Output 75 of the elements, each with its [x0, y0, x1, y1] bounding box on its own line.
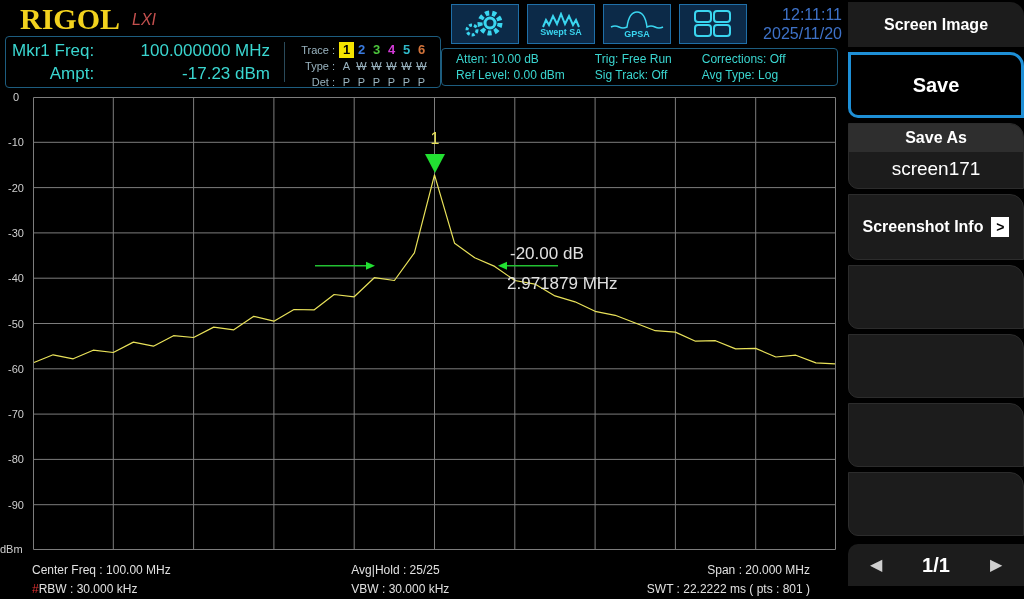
trace-number[interactable]: 5 — [399, 42, 414, 58]
left-ndb-marker — [314, 261, 375, 270]
avg-hold-text: Avg|Hold : 25/25 — [351, 562, 440, 579]
vbw-text: VBW : 30.000 kHz — [351, 581, 450, 598]
type-label: Type : — [304, 59, 336, 74]
y-axis-label: 0 — [12, 92, 20, 103]
y-axis-label: -20 — [8, 181, 24, 194]
trace-type: W — [355, 59, 368, 74]
amplitude-label: Ampt: — [48, 63, 95, 85]
marker-number: 1 — [430, 130, 440, 147]
trace-detector: P — [386, 75, 397, 90]
trace-number[interactable]: 3 — [369, 42, 384, 58]
trace-detector: P — [416, 75, 427, 90]
next-page-button[interactable]: ▶ — [990, 553, 1002, 577]
mode-button[interactable] — [679, 4, 748, 44]
mode-button[interactable]: GPSA — [603, 4, 672, 44]
ndb-value: -20.00 dB — [510, 244, 584, 263]
setting-text: Ref Level: 0.00 dBm — [456, 67, 565, 83]
brand-logo: RIGOL — [20, 4, 121, 34]
y-axis-label: -70 — [8, 408, 24, 421]
center-freq-text: Center Freq : 100.00 MHz — [32, 562, 172, 579]
rbw-text: RBW : 30.000 kHz — [38, 581, 138, 598]
marker-freq-value: 100.000000 MHz — [139, 40, 270, 62]
y-axis-label: -60 — [8, 362, 24, 375]
pulse-icon — [609, 9, 666, 30]
clock-time: 12:11:11 — [782, 5, 842, 24]
trace-type: W — [400, 59, 413, 74]
grid-icon — [693, 9, 734, 39]
trace-label: Trace : — [300, 43, 336, 58]
screenshot-info-button[interactable]: Screenshot Info > — [848, 194, 1024, 260]
rbw-flag-text: # — [32, 581, 39, 598]
setting-text: Atten: 10.00 dB — [456, 51, 540, 67]
marker-triangle-icon — [425, 154, 445, 173]
trace-number[interactable]: 4 — [384, 42, 399, 58]
trace-type: W — [370, 59, 383, 74]
marker-freq-label: Mkr1 Freq: — [12, 40, 95, 62]
clock-date: 2025/11/20 — [763, 24, 842, 43]
setting-text: Avg Type: Log — [701, 67, 780, 83]
mode-button[interactable]: Swept SA — [527, 4, 596, 44]
key-label: Save As — [849, 124, 1023, 152]
trace-number[interactable]: 6 — [414, 42, 429, 58]
trace-number[interactable]: 1 — [339, 42, 354, 58]
save-button[interactable]: Save — [848, 52, 1024, 118]
spectrum-icon — [541, 11, 582, 28]
file-name-value: screen171 — [891, 157, 981, 181]
sweep-time-text: SWT : 22.2222 ms ( pts : 801 ) — [646, 581, 810, 598]
span-text: Span : 20.000 MHz — [707, 562, 810, 579]
page-indicator: 1/1 — [922, 553, 950, 578]
y-axis-label: -40 — [8, 272, 24, 285]
chevron-icon: > — [991, 217, 1010, 237]
y-unit-label: dBm — [0, 543, 23, 555]
mode-button[interactable] — [451, 4, 520, 44]
trace-number[interactable]: 2 — [354, 42, 369, 58]
y-axis-label: -90 — [8, 498, 24, 511]
trace-detector: P — [371, 75, 382, 90]
y-axis-label: -50 — [8, 317, 24, 330]
trace-type: A — [341, 59, 352, 74]
y-axis-label: -10 — [8, 136, 24, 149]
trace-type: W — [415, 59, 428, 74]
right-ndb-marker — [498, 261, 559, 270]
save-as-key[interactable]: Save As screen171 — [848, 123, 1024, 189]
setting-text: Corrections: Off — [701, 51, 786, 67]
trace-type: W — [385, 59, 398, 74]
trace-detector: P — [356, 75, 367, 90]
y-axis-label: -30 — [8, 226, 24, 239]
previous-page-button[interactable]: ◀ — [870, 553, 882, 577]
trace-detector: P — [401, 75, 412, 90]
y-axis-label: -80 — [8, 453, 24, 466]
trace-detector: P — [341, 75, 352, 90]
lxi-logo: LXI — [132, 10, 157, 30]
amplitude-value: -17.23 dBm — [181, 63, 270, 85]
setting-text: Sig Track: Off — [594, 67, 669, 83]
menu-title: Screen Image — [848, 2, 1024, 47]
setting-text: Trig: Free Run — [594, 51, 672, 67]
detector-label: Det : — [310, 75, 336, 90]
